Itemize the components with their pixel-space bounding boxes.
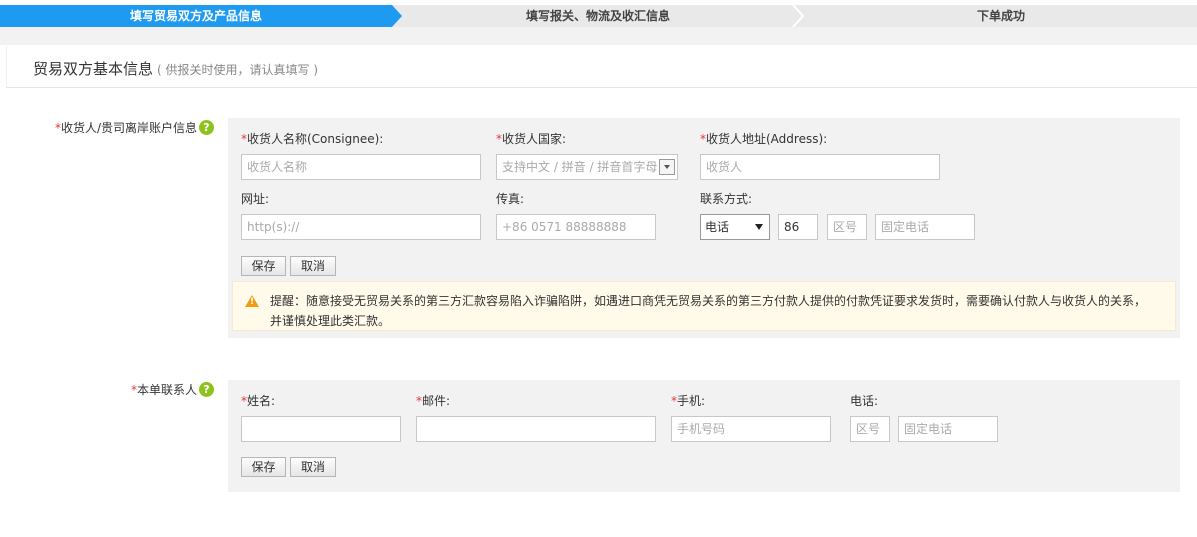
notice-text: 提醒：随意接受无贸易关系的第三方汇款容易陷入诈骗陷阱，如遇进口商凭无贸易关系的第… <box>270 291 1170 331</box>
fax-input[interactable]: +86 0571 88888888 <box>496 214 656 240</box>
consignee-address-input[interactable]: 收货人 <box>700 154 940 180</box>
country-placeholder: 支持中文 / 拼音 / 拼音首字母 <box>502 160 658 174</box>
consignee-field-label: * 收货人/贵司离岸账户信息 ? <box>55 119 214 136</box>
progress-steps: 填写贸易双方及产品信息 填写报关、物流及收汇信息 下单成功 <box>0 5 1197 27</box>
notice-line-1: 提醒：随意接受无贸易关系的第三方汇款容易陷入诈骗陷阱，如遇进口商凭无贸易关系的第… <box>270 294 1147 308</box>
help-icon[interactable]: ? <box>199 382 214 397</box>
contact-email-label: *邮件: <box>416 394 451 408</box>
contact-method-label: 联系方式: <box>700 192 753 206</box>
contact-area-code-input[interactable]: 区号 <box>850 416 890 442</box>
step-order-success: 下单成功 <box>976 9 1025 23</box>
contact-field-label: * 本单联系人 ? <box>131 381 214 398</box>
contact-name-label: *姓名: <box>241 394 276 408</box>
section-subtitle: ( 供报关时使用，请认真填写 ) <box>157 63 319 77</box>
contact-phone-label: 电话: <box>850 394 879 408</box>
fax-label: 传真: <box>496 192 525 206</box>
step-fill-customs-info: 填写报关、物流及收汇信息 <box>525 9 670 23</box>
consignee-label-text: 收货人/贵司离岸账户信息 <box>60 121 197 135</box>
save-button[interactable]: 保存 <box>241 256 286 276</box>
warning-mark: ! <box>250 297 255 307</box>
contact-email-input[interactable] <box>416 416 656 442</box>
help-icon[interactable]: ? <box>199 120 214 135</box>
cancel-button[interactable]: 取消 <box>290 256 336 276</box>
contact-mobile-input[interactable]: 手机号码 <box>671 416 831 442</box>
step-fill-trade-info: 填写贸易双方及产品信息 <box>0 5 392 27</box>
contact-type-select[interactable]: 电话 <box>700 214 770 240</box>
contact-label-text: 本单联系人 <box>136 383 197 397</box>
divider <box>0 27 1197 45</box>
consignee-panel: *收货人名称(Consignee): *收货人国家: *收货人地址(Addres… <box>228 118 1180 338</box>
area-code-input[interactable]: 区号 <box>827 214 867 240</box>
consignee-name-label: *收货人名称(Consignee): <box>241 132 384 146</box>
consignee-name-input[interactable]: 收货人名称 <box>241 154 481 180</box>
notice-line-2: 并谨慎处理此类汇款。 <box>270 314 391 328</box>
contact-type-value: 电话 <box>705 220 730 234</box>
contact-mobile-label: *手机: <box>671 394 706 408</box>
website-input[interactable]: http(s):// <box>241 214 481 240</box>
consignee-address-label: *收货人地址(Address): <box>700 132 828 146</box>
step-separator-icon <box>792 5 804 27</box>
fraud-warning-notice: ! 提醒：随意接受无贸易关系的第三方汇款容易陷入诈骗陷阱，如遇进口商凭无贸易关系… <box>232 281 1176 331</box>
contact-name-input[interactable] <box>241 416 401 442</box>
phone-input[interactable]: 固定电话 <box>875 214 975 240</box>
section-header: 贸易双方基本信息( 供报关时使用，请认真填写 ) <box>6 46 1197 88</box>
country-code-input[interactable]: 86 <box>778 214 818 240</box>
save-button[interactable]: 保存 <box>241 457 286 477</box>
contact-panel: *姓名: *邮件: *手机: 电话: 手机号码 区号 固定电话 保存 取消 <box>228 380 1180 492</box>
section-title-text: 贸易双方基本信息 <box>33 60 154 78</box>
website-label: 网址: <box>241 192 270 206</box>
cancel-button[interactable]: 取消 <box>290 457 336 477</box>
section-title: 贸易双方基本信息( 供报关时使用，请认真填写 ) <box>33 58 318 79</box>
chevron-down-icon[interactable] <box>659 159 675 175</box>
consignee-country-select[interactable]: 支持中文 / 拼音 / 拼音首字母 <box>496 154 678 180</box>
consignee-country-label: *收货人国家: <box>496 132 567 146</box>
caret-down-icon <box>755 224 763 230</box>
contact-phone-input[interactable]: 固定电话 <box>898 416 998 442</box>
